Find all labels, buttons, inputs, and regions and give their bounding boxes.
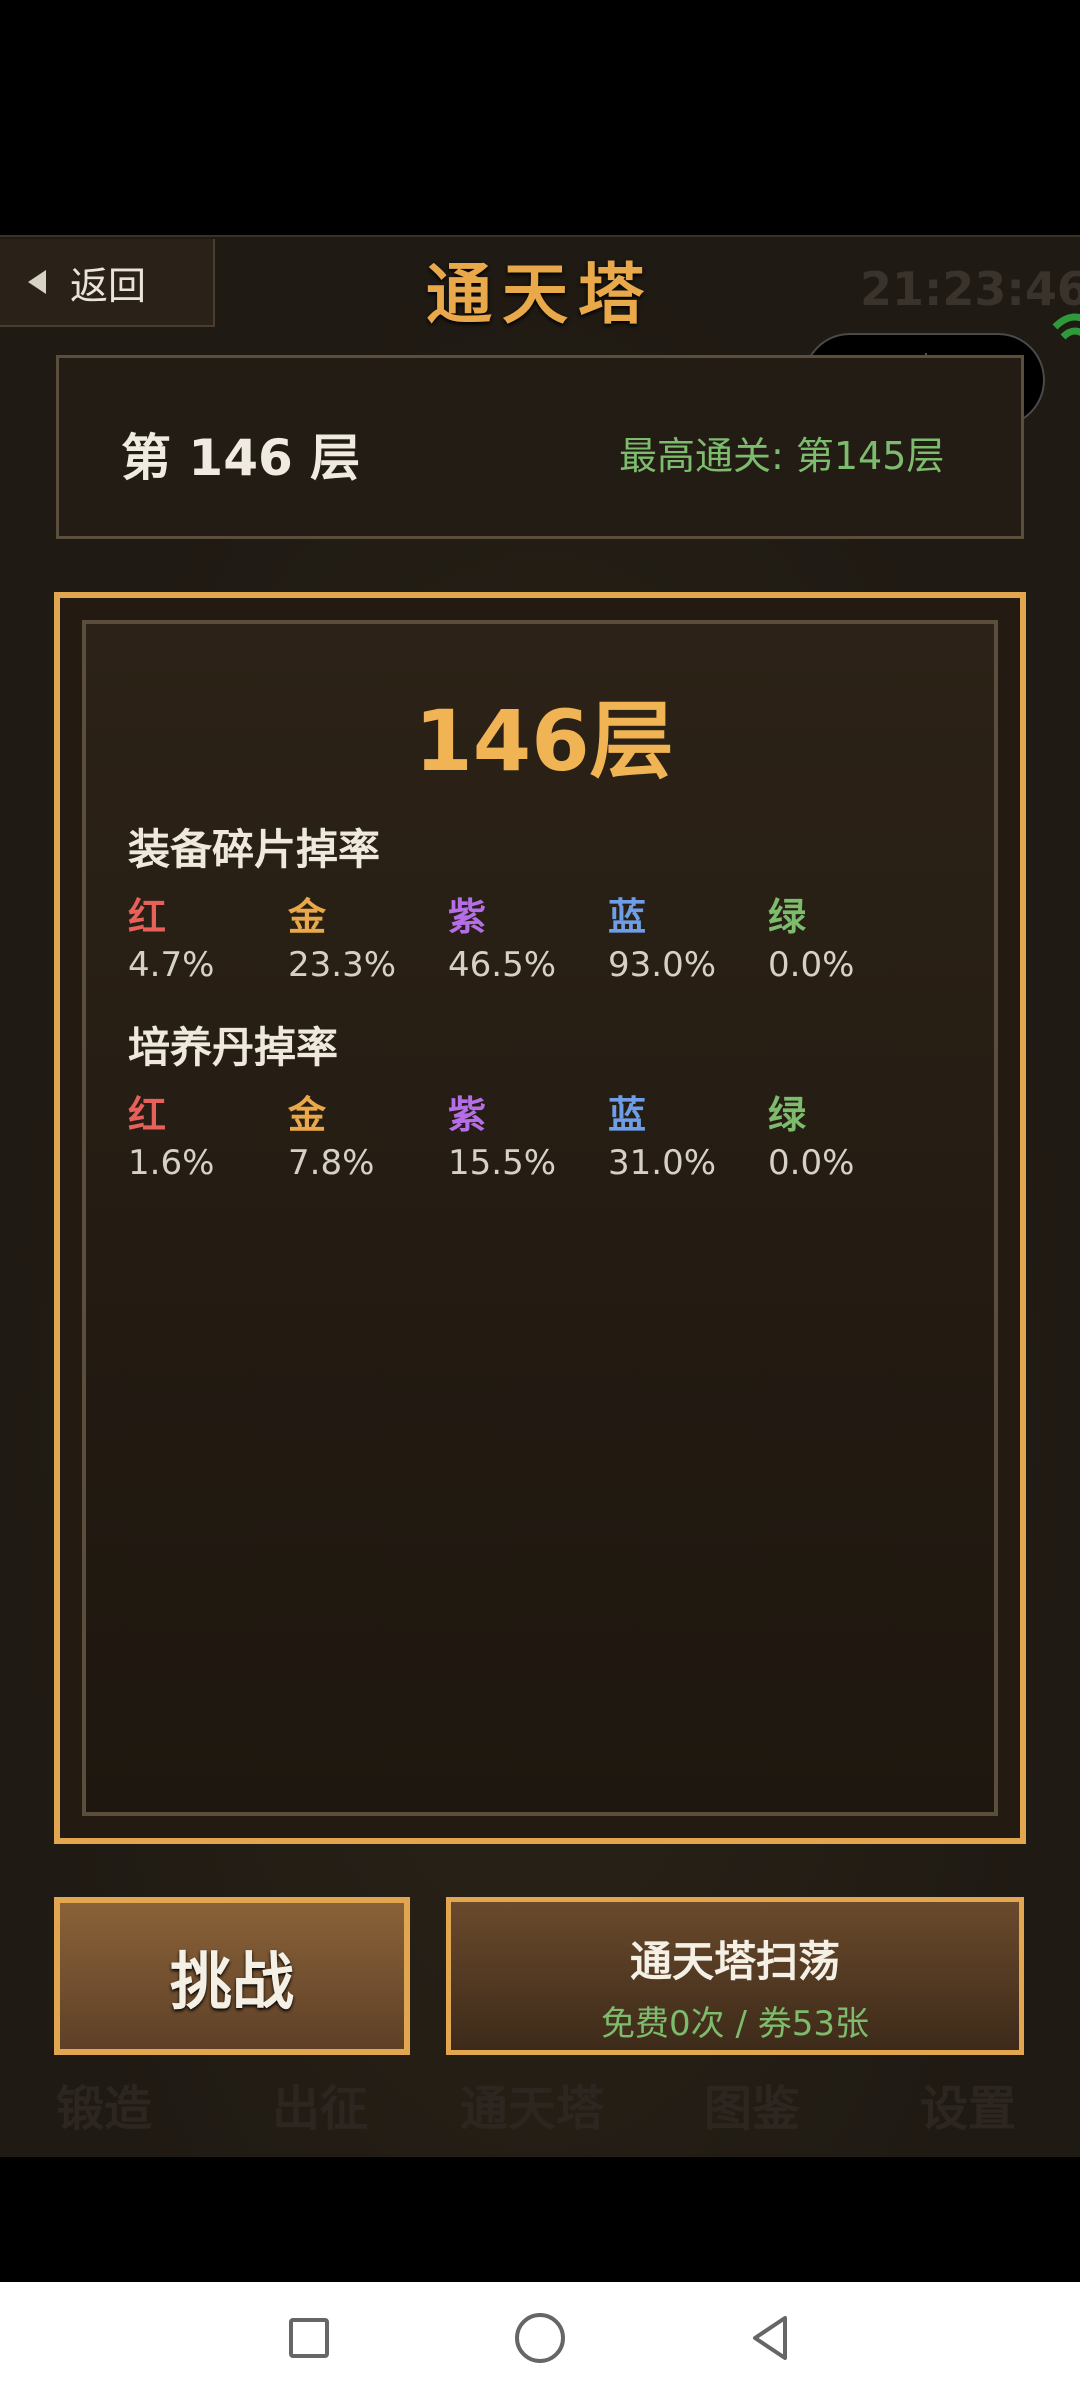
game-screen: 返回 通天塔 21:23:46 第 146 层 最高通关: 第145层 146层… — [0, 235, 1080, 2157]
equipment-rate-row: 红 4.7% 金 23.3% 紫 46.5% 蓝 93.0% 绿 0.0% — [128, 886, 928, 985]
wifi-icon — [1052, 313, 1080, 340]
rate-name: 金 — [288, 895, 327, 939]
pill-rate-row: 红 1.6% 金 7.8% 紫 15.5% 蓝 31.0% 绿 0.0% — [128, 1084, 928, 1183]
sweep-title: 通天塔扫荡 — [629, 1937, 840, 1986]
rate-item: 红 4.7% — [128, 886, 288, 985]
rate-value: 46.5% — [448, 945, 557, 985]
floor-info-card: 146层 装备碎片掉率 红 4.7% 金 23.3% 紫 46.5% 蓝 93.… — [54, 592, 1026, 1844]
sweep-subtitle: 免费0次 / 券53张 — [601, 2004, 869, 2044]
rate-item: 金 23.3% — [288, 886, 448, 985]
recent-apps-icon[interactable] — [289, 2318, 329, 2358]
rate-item: 绿 0.0% — [768, 886, 928, 985]
rate-item: 紫 15.5% — [448, 1084, 608, 1183]
nav-item-settings: 设置 — [920, 2081, 1017, 2137]
home-icon[interactable] — [515, 2313, 565, 2363]
best-clear: 最高通关: 第145层 — [619, 434, 945, 478]
rate-item: 绿 0.0% — [768, 1084, 928, 1183]
nav-item-expedition: 出征 — [272, 2081, 369, 2137]
rate-name: 金 — [288, 1093, 327, 1137]
sweep-button[interactable]: 通天塔扫荡 免费0次 / 券53张 — [446, 1897, 1024, 2055]
rate-value: 7.8% — [288, 1143, 375, 1183]
rate-value: 15.5% — [448, 1143, 557, 1183]
rate-name: 紫 — [448, 1093, 487, 1137]
rate-value: 23.3% — [288, 945, 397, 985]
rate-name: 紫 — [448, 895, 487, 939]
rate-item: 红 1.6% — [128, 1084, 288, 1183]
challenge-label: 挑战 — [169, 1945, 294, 2018]
rate-value: 1.6% — [128, 1143, 215, 1183]
pill-drop-title: 培养丹掉率 — [128, 1023, 339, 1072]
nav-item-codex: 图鉴 — [704, 2081, 801, 2137]
rate-name: 蓝 — [608, 895, 647, 939]
equipment-drop-title: 装备碎片掉率 — [128, 825, 381, 874]
challenge-button[interactable]: 挑战 — [54, 1897, 410, 2055]
rate-value: 93.0% — [608, 945, 717, 985]
floor-panel: 第 146 层 最高通关: 第145层 — [56, 355, 1024, 539]
nav-item-tower: 通天塔 — [460, 2081, 605, 2137]
rate-item: 蓝 31.0% — [608, 1084, 768, 1183]
nav-item-forge: 锻造 — [56, 2081, 153, 2137]
card-title: 146层 — [414, 692, 674, 790]
current-floor: 第 146 层 — [121, 429, 361, 487]
rate-item: 蓝 93.0% — [608, 886, 768, 985]
rate-name: 红 — [128, 1093, 167, 1137]
rate-value: 31.0% — [608, 1143, 717, 1183]
rate-name: 绿 — [768, 1093, 807, 1137]
android-navigation-bar — [0, 2282, 1080, 2398]
floor-info-inner: 146层 装备碎片掉率 红 4.7% 金 23.3% 紫 46.5% 蓝 93.… — [82, 620, 998, 1816]
rate-item: 金 7.8% — [288, 1084, 448, 1183]
rate-value: 0.0% — [768, 945, 855, 985]
rate-name: 红 — [128, 895, 167, 939]
rate-item: 紫 46.5% — [448, 886, 608, 985]
back-icon[interactable] — [745, 2312, 795, 2364]
rate-name: 蓝 — [608, 1093, 647, 1137]
rate-value: 0.0% — [768, 1143, 855, 1183]
rate-value: 4.7% — [128, 945, 215, 985]
rate-name: 绿 — [768, 895, 807, 939]
